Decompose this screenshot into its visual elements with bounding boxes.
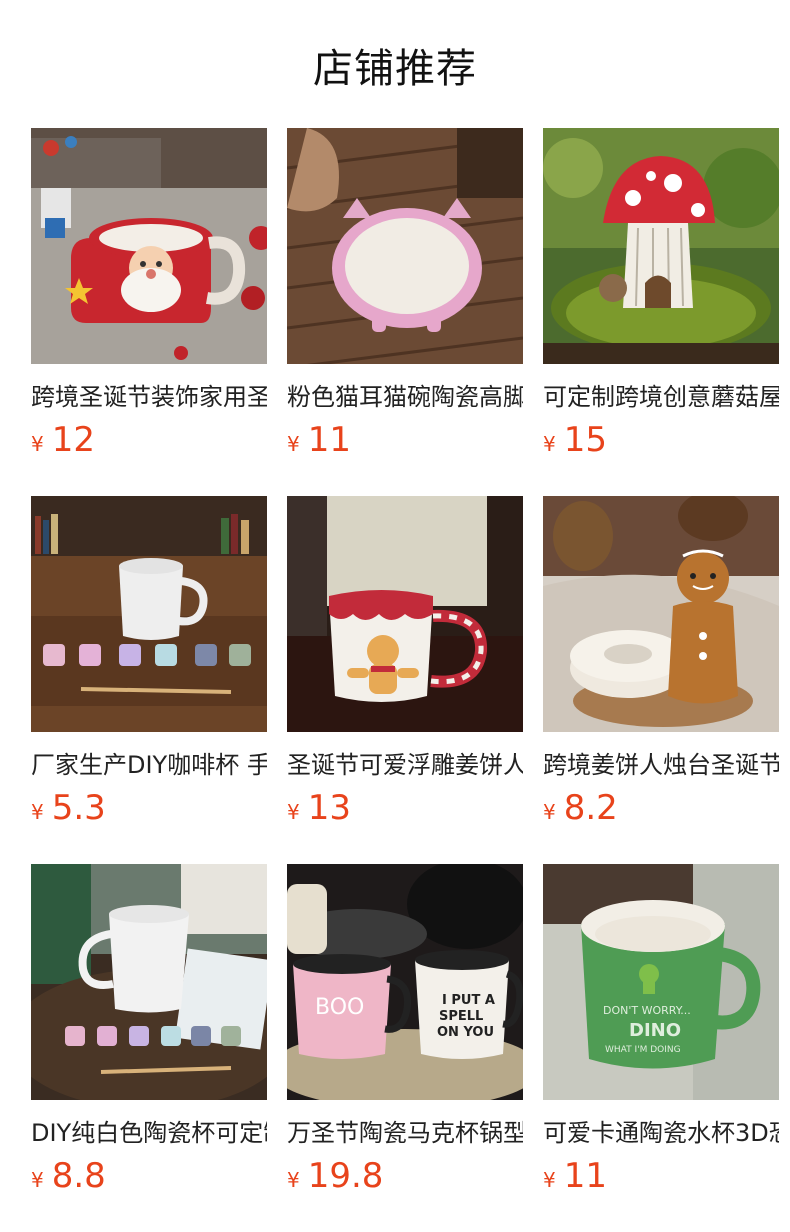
product-image-halloween-mugs[interactable]: I PUT A SPELL ON YOU BOO [287, 864, 523, 1100]
currency-symbol: ¥ [31, 1168, 44, 1192]
product-image-santa-mug[interactable] [31, 128, 267, 364]
product-image-diy-coffee-cup[interactable] [31, 496, 267, 732]
product-card[interactable]: 圣诞节可爱浮雕姜饼人马克杯 ¥13 [287, 496, 523, 834]
svg-text:SPELL: SPELL [439, 1009, 483, 1024]
product-name[interactable]: DIY纯白色陶瓷杯可定制logo [31, 1118, 267, 1148]
product-price: ¥12 [31, 420, 267, 466]
svg-text:ON YOU: ON YOU [437, 1025, 494, 1040]
price-value: 19.8 [307, 1156, 384, 1196]
svg-text:WHAT I'M DOING: WHAT I'M DOING [605, 1045, 681, 1055]
product-name[interactable]: 万圣节陶瓷马克杯锅型杯 [287, 1118, 523, 1148]
section-title: 店铺推荐 [313, 46, 477, 92]
product-price: ¥15 [543, 420, 779, 466]
price-value: 15 [563, 420, 607, 460]
svg-text:DINO: DINO [629, 1020, 681, 1041]
product-name[interactable]: 跨境姜饼人烛台圣诞节摆件 [543, 750, 779, 780]
currency-symbol: ¥ [287, 432, 300, 456]
currency-symbol: ¥ [543, 432, 556, 456]
price-value: 13 [307, 788, 351, 828]
currency-symbol: ¥ [31, 800, 44, 824]
product-price: ¥19.8 [287, 1156, 523, 1202]
product-price: ¥8.2 [543, 788, 779, 834]
price-value: 11 [307, 420, 351, 460]
product-price: ¥5.3 [31, 788, 267, 834]
product-card[interactable]: 厂家生产DIY咖啡杯 手绘颜料套装 ¥5.3 [31, 496, 267, 834]
currency-symbol: ¥ [543, 1168, 556, 1192]
product-name[interactable]: 厂家生产DIY咖啡杯 手绘颜料套装 [31, 750, 267, 780]
product-card[interactable]: 跨境圣诞节装饰家用圣诞老人陶瓷杯 ¥12 [31, 128, 267, 466]
product-name[interactable]: 可定制跨境创意蘑菇屋摆件 [543, 382, 779, 412]
currency-symbol: ¥ [287, 800, 300, 824]
product-name[interactable]: 跨境圣诞节装饰家用圣诞老人陶瓷杯 [31, 382, 267, 412]
product-card[interactable]: DIY纯白色陶瓷杯可定制logo ¥8.8 [31, 864, 267, 1202]
product-name[interactable]: 粉色猫耳猫碗陶瓷高脚宠物碗 [287, 382, 523, 412]
svg-text:I PUT A: I PUT A [442, 993, 495, 1008]
product-price: ¥11 [543, 1156, 779, 1202]
currency-symbol: ¥ [543, 800, 556, 824]
currency-symbol: ¥ [287, 1168, 300, 1192]
product-price: ¥11 [287, 420, 523, 466]
product-image-diy-white-cup[interactable] [31, 864, 267, 1100]
currency-symbol: ¥ [31, 432, 44, 456]
product-card[interactable]: 可定制跨境创意蘑菇屋摆件 ¥15 [543, 128, 779, 466]
product-card[interactable]: 粉色猫耳猫碗陶瓷高脚宠物碗 ¥11 [287, 128, 523, 466]
product-image-dino-mug[interactable]: DON'T WORRY... DINO WHAT I'M DOING [543, 864, 779, 1100]
svg-text:BOO: BOO [315, 995, 364, 1020]
price-value: 8.2 [563, 788, 618, 828]
product-image-cat-bowl[interactable] [287, 128, 523, 364]
price-value: 8.8 [51, 1156, 106, 1196]
svg-text:DON'T WORRY...: DON'T WORRY... [603, 1004, 691, 1017]
product-price: ¥13 [287, 788, 523, 834]
price-value: 11 [563, 1156, 607, 1196]
product-image-gingerbread-mug[interactable] [287, 496, 523, 732]
product-name[interactable]: 可爱卡通陶瓷水杯3D恐龙杯 [543, 1118, 779, 1148]
product-image-mushroom-house[interactable] [543, 128, 779, 364]
product-card[interactable]: 跨境姜饼人烛台圣诞节摆件 ¥8.2 [543, 496, 779, 834]
price-value: 5.3 [51, 788, 106, 828]
price-value: 12 [51, 420, 95, 460]
product-card[interactable]: I PUT A SPELL ON YOU BOO 万圣节陶瓷马克杯锅型杯 ¥19… [287, 864, 523, 1202]
product-price: ¥8.8 [31, 1156, 267, 1202]
product-image-gingerbread-candle-holder[interactable] [543, 496, 779, 732]
product-name[interactable]: 圣诞节可爱浮雕姜饼人马克杯 [287, 750, 523, 780]
product-card[interactable]: DON'T WORRY... DINO WHAT I'M DOING 可爱卡通陶… [543, 864, 779, 1202]
